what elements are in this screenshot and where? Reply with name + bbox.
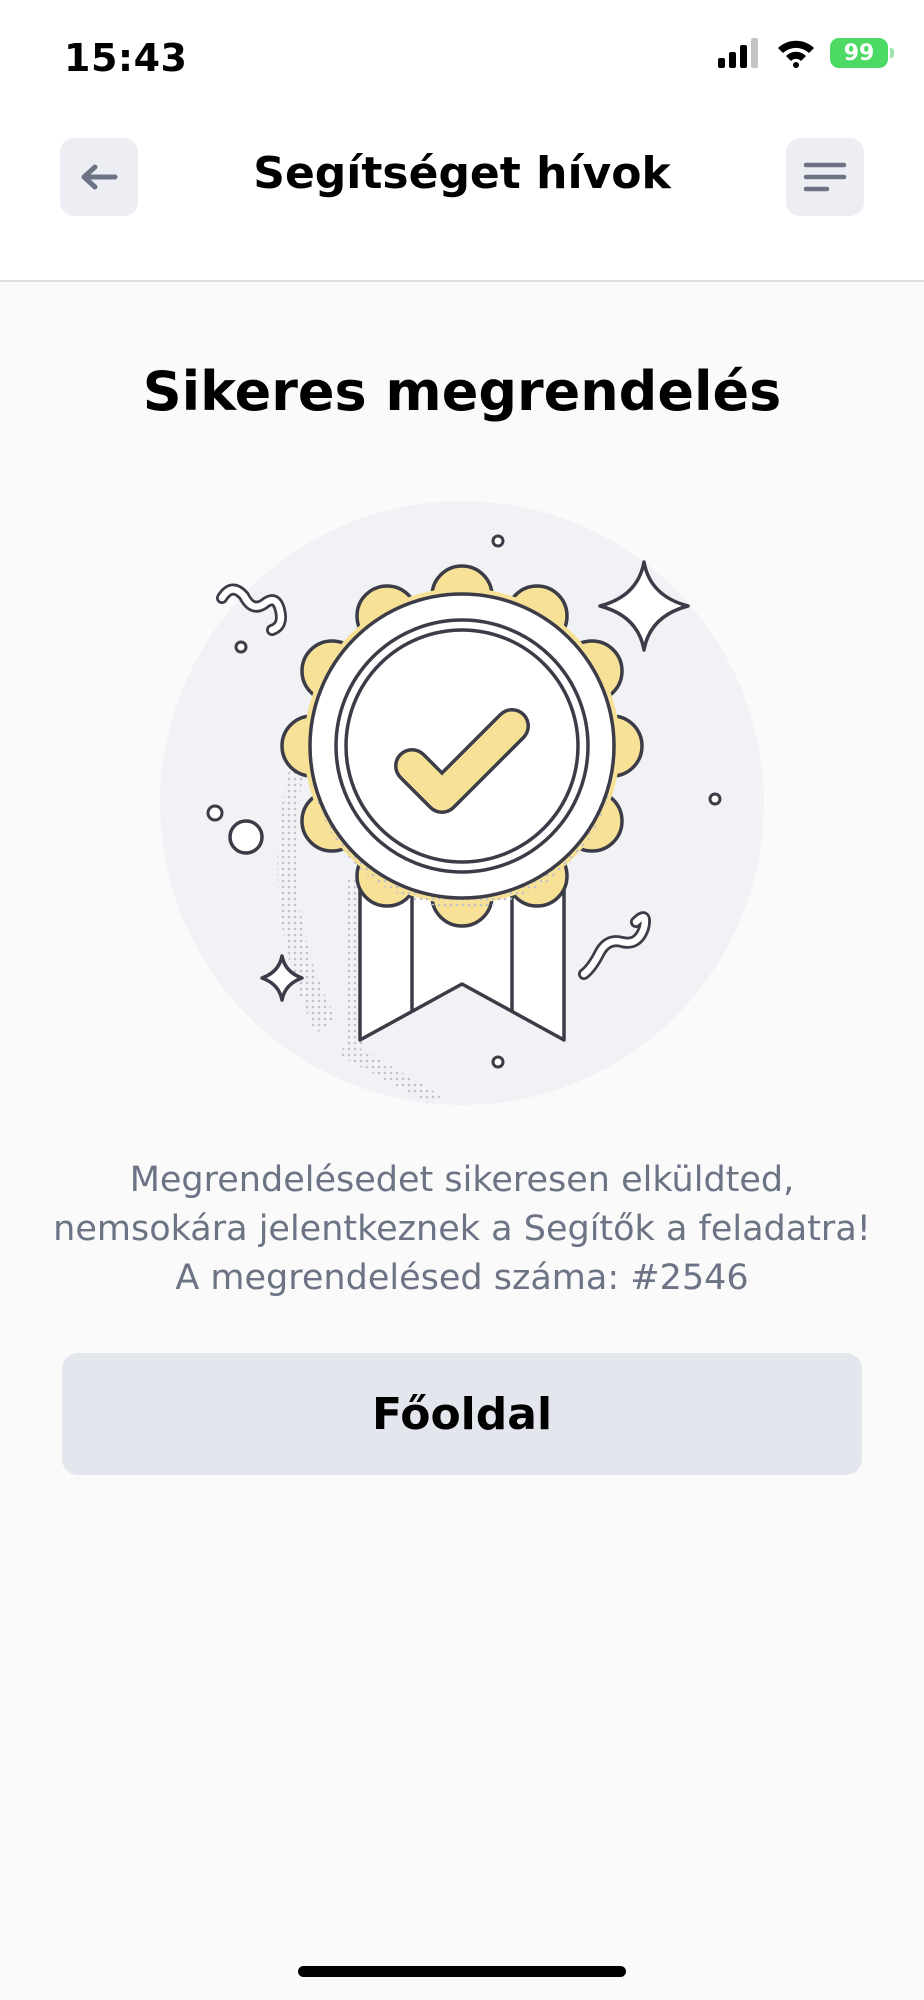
success-message: Megrendelésedet sikeresen elküldted, nem… [40, 1156, 884, 1303]
battery-level: 99 [843, 40, 875, 66]
home-indicator [298, 1966, 626, 1977]
menu-icon [803, 162, 847, 192]
app-header: Segítséget hívok [0, 110, 924, 282]
success-title: Sikeres megrendelés [142, 360, 782, 423]
status-time: 15:43 [64, 36, 188, 80]
home-button[interactable]: Főoldal [62, 1353, 862, 1475]
battery-charging-icon: 99 [830, 38, 894, 68]
award-badge-checkmark-icon [160, 501, 764, 1105]
status-bar: 15:43 99 [0, 0, 924, 110]
menu-button[interactable] [786, 138, 864, 216]
wifi-icon [778, 40, 814, 68]
cellular-signal-icon [718, 38, 758, 68]
message-line: A megrendelésed száma: #2546 [175, 1258, 749, 1298]
message-line: nemsokára jelentkeznek a Segítők a felad… [53, 1209, 871, 1249]
status-icons: 99 [718, 38, 894, 68]
message-line: Megrendelésedet sikeresen elküldted, [129, 1160, 795, 1200]
